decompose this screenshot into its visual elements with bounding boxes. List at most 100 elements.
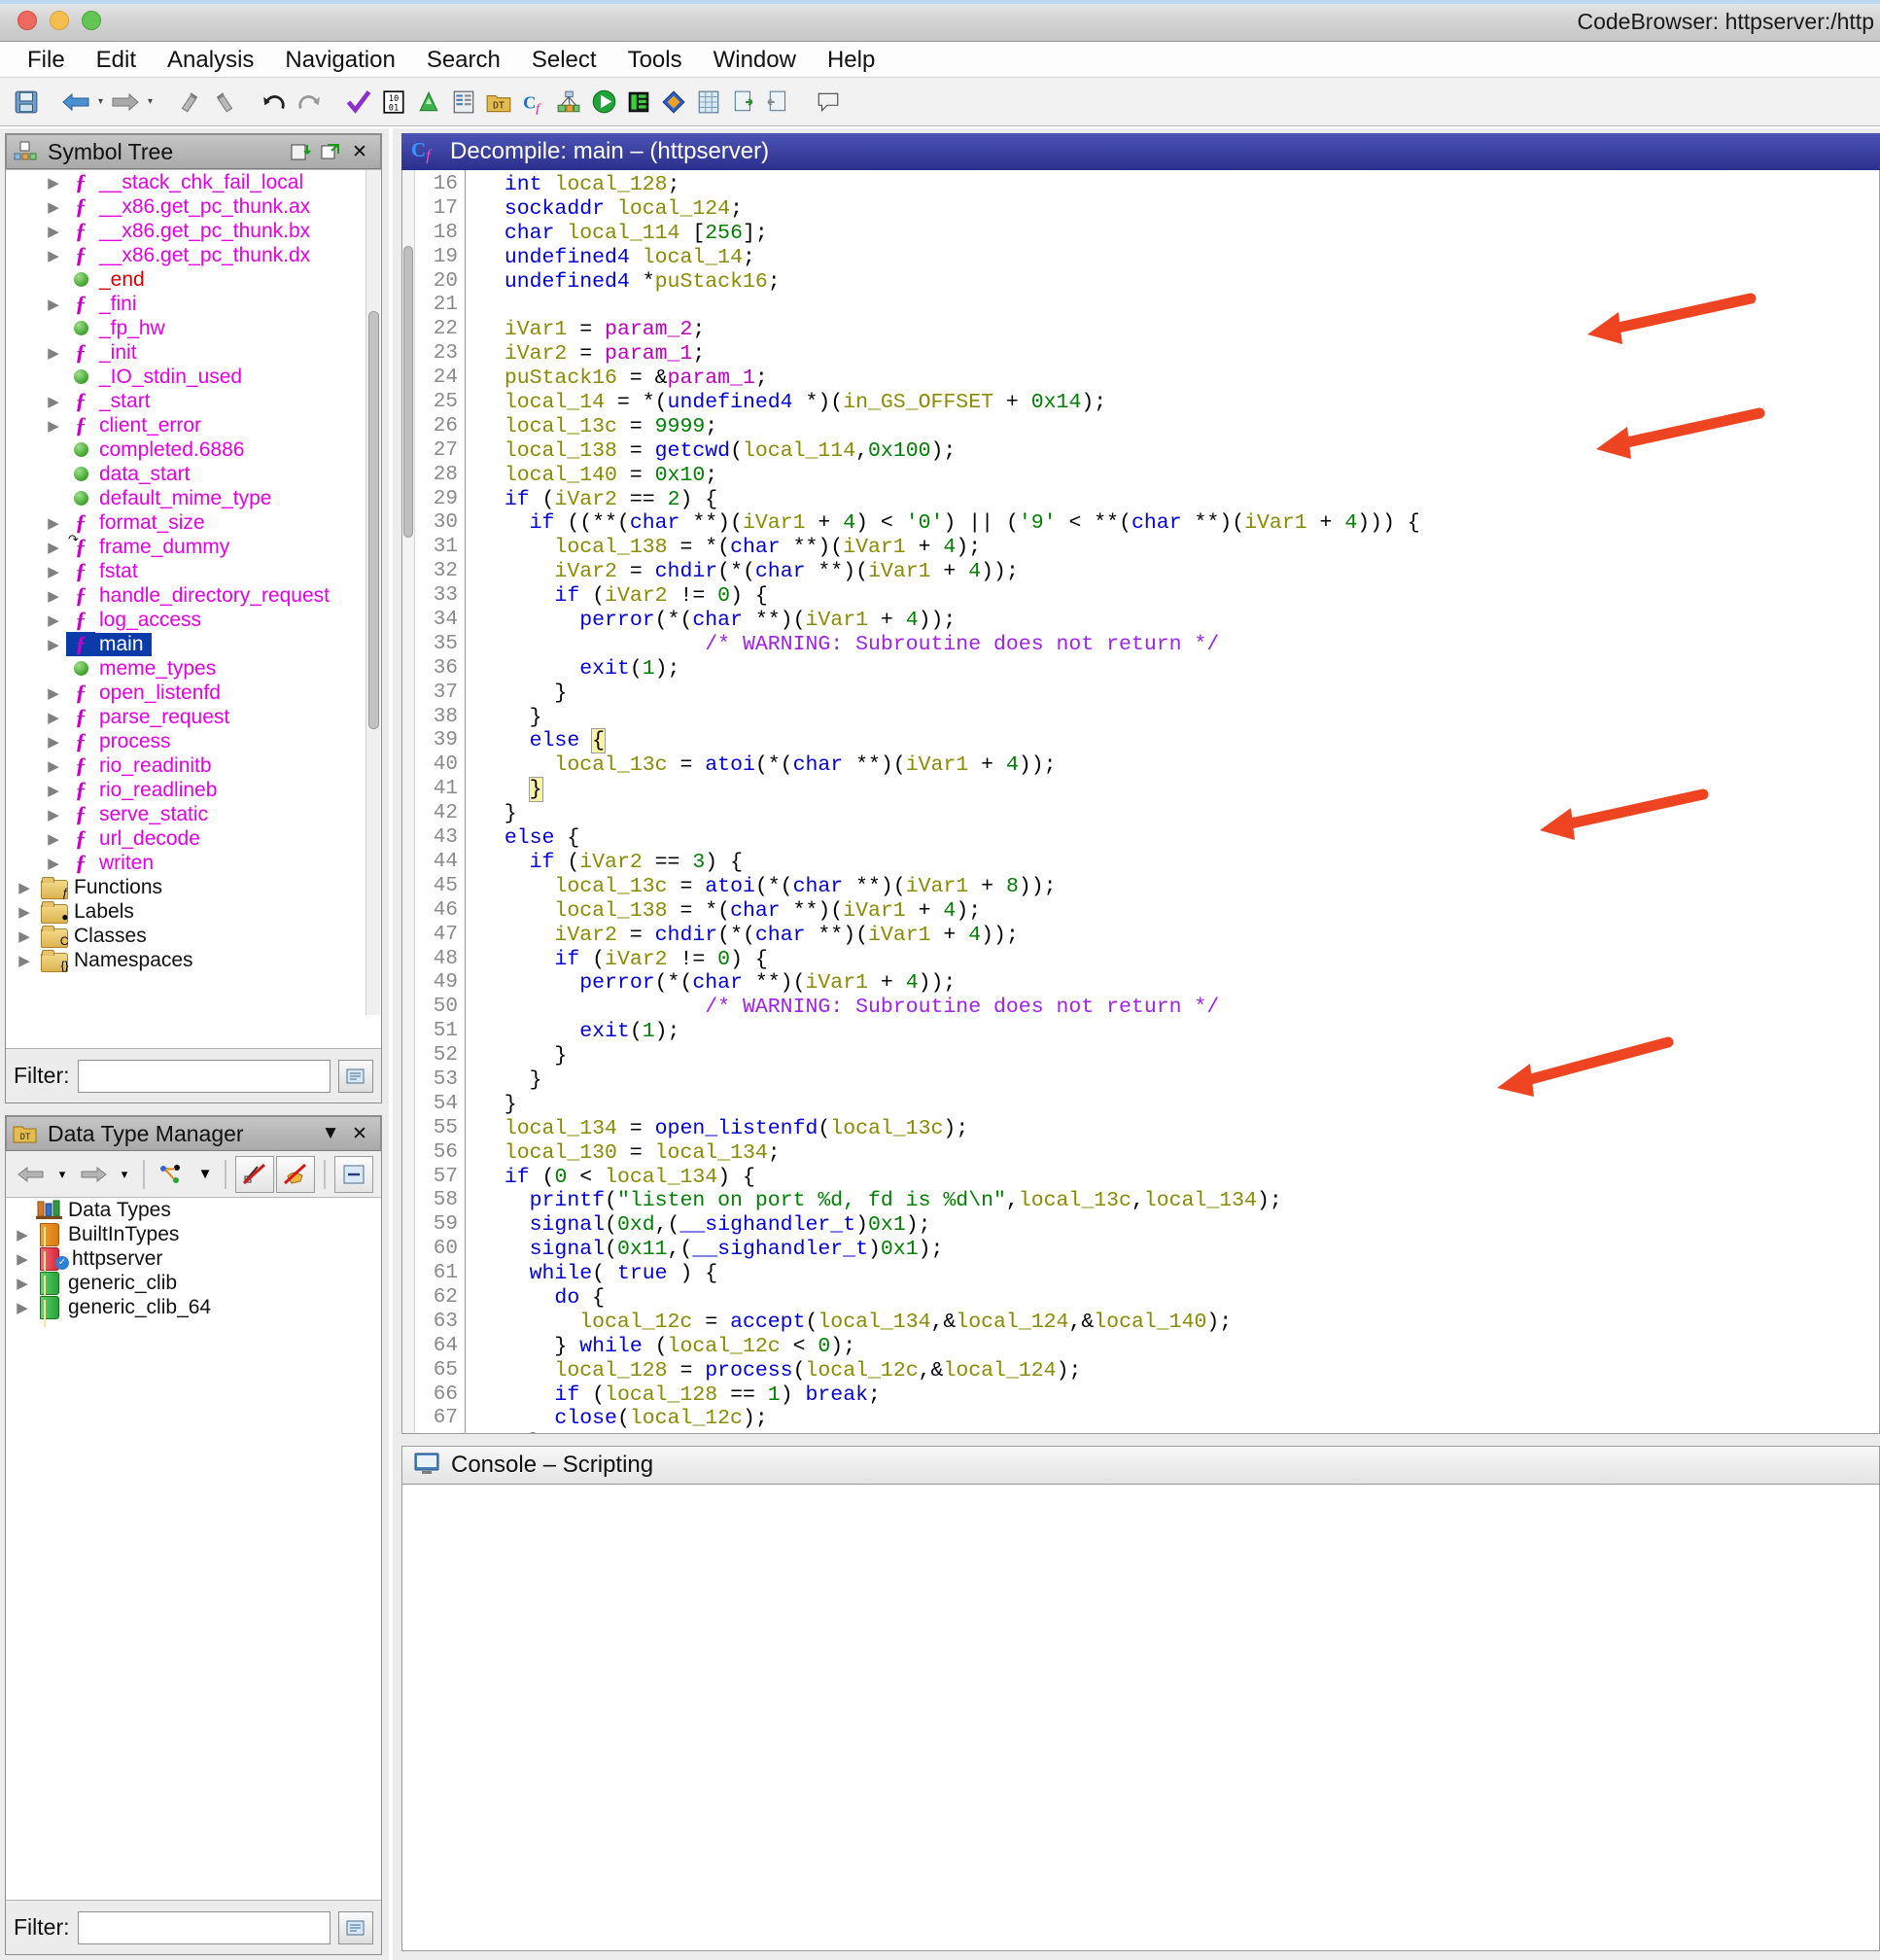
code-line[interactable]: exit(1); (479, 1020, 1879, 1044)
data-type-manager-filter-input[interactable] (78, 1911, 331, 1944)
script-manager-icon[interactable] (622, 86, 655, 119)
code-line[interactable]: close(local_12c); (479, 1407, 1879, 1431)
forward-caret-icon[interactable]: ▾ (115, 1156, 134, 1193)
decompiler-source-code[interactable]: int local_128; sockaddr local_124; char … (466, 170, 1879, 1433)
expand-toggle-icon[interactable]: ▶ (41, 632, 66, 656)
symbol-tree-item--x86-get-pc-thunk-dx[interactable]: ▶ƒ__x86.get_pc_thunk.dx (6, 243, 381, 267)
back-arrow-icon[interactable] (59, 86, 92, 119)
code-line[interactable]: perror(*(char **)(iVar1 + 4)); (479, 971, 1879, 996)
code-line[interactable]: if (iVar2 != 0) { (479, 584, 1879, 609)
back-caret-icon[interactable]: ▾ (52, 1156, 72, 1193)
code-line[interactable]: iVar2 = chdir(*(char **)(iVar1 + 4)); (479, 560, 1879, 584)
expand-toggle-icon[interactable]: ▶ (41, 413, 66, 438)
data-types-root[interactable]: ▶ Data Types (6, 1198, 381, 1222)
forward-arrow-icon[interactable] (109, 86, 142, 119)
code-line[interactable]: perror(*(char **)(iVar1 + 4)); (479, 609, 1879, 633)
symbol-tree-item-url-decode[interactable]: ▶ƒurl_decode (6, 826, 381, 851)
no-pointer-icon[interactable] (276, 1156, 315, 1193)
menu-file[interactable]: File (12, 42, 81, 78)
code-line[interactable]: local_13c = 9999; (479, 415, 1879, 439)
menu-select[interactable]: Select (516, 42, 612, 78)
symbol-tree-filter-options-icon[interactable] (338, 1060, 373, 1093)
symbol-tree-item--fini[interactable]: ▶ƒ_fini (6, 292, 381, 316)
code-line[interactable]: if (0 < local_134) { (479, 1166, 1879, 1190)
code-line[interactable]: signal(0xd,(__sighandler_t)0x1); (479, 1213, 1879, 1238)
code-line[interactable]: int local_128; (479, 173, 1879, 197)
symbol-tree-item--x86-get-pc-thunk-bx[interactable]: ▶ƒ__x86.get_pc_thunk.bx (6, 219, 381, 243)
expand-toggle-icon[interactable]: ▶ (41, 389, 66, 413)
run-icon[interactable] (587, 86, 620, 119)
symbol-tree-item-parse-request[interactable]: ▶ƒparse_request (6, 705, 381, 729)
symbol-tree-item-functions[interactable]: ▶ƒFunctions (6, 875, 381, 899)
expand-toggle-icon[interactable]: ▶ (41, 681, 66, 705)
menu-help[interactable]: Help (812, 42, 890, 78)
window-zoom-button[interactable] (82, 11, 101, 30)
code-line[interactable]: printf("listen on port %d, fd is %d\n",l… (479, 1189, 1879, 1213)
menu-caret-icon[interactable]: ▼ (316, 1120, 345, 1147)
data-type-manager-tree[interactable]: ▶ Data Types ▶BuiltInTypes▶✓httpserver▶g… (6, 1198, 381, 1902)
code-line[interactable]: /* WARNING: Subroutine does not return *… (479, 996, 1879, 1020)
bookmark-icon[interactable] (657, 86, 690, 119)
decompiler-code-view[interactable]: 1617181920212223242526272829303132333435… (401, 170, 1880, 1434)
code-line[interactable]: do { (479, 1286, 1879, 1311)
memory-map-icon[interactable] (412, 86, 445, 119)
symbol-tree-item-classes[interactable]: ▶CClasses (6, 924, 381, 948)
expand-toggle-icon[interactable]: ▶ (12, 924, 37, 948)
symbol-tree-item--fp-hw[interactable]: ▶_fp_hw (6, 316, 381, 340)
code-line[interactable]: undefined4 *puStack16; (479, 270, 1879, 295)
symbol-tree-item-frame-dummy[interactable]: ▶ƒ↷frame_dummy (6, 535, 381, 559)
console-output-area[interactable] (401, 1485, 1880, 1951)
expand-toggle-icon[interactable]: ▶ (12, 899, 37, 924)
redo-icon[interactable] (293, 86, 326, 119)
symbol-tree-item-client-error[interactable]: ▶ƒclient_error (6, 413, 381, 438)
expand-toggle-icon[interactable]: ▶ (41, 535, 66, 559)
code-line[interactable]: local_140 = 0x10; (479, 464, 1879, 488)
filter-caret-icon[interactable]: ▼ (194, 1156, 216, 1193)
expand-toggle-icon[interactable]: ▶ (41, 340, 66, 365)
filter-tree-icon[interactable] (154, 1156, 192, 1193)
expand-toggle-icon[interactable]: ▶ (12, 875, 37, 899)
code-line[interactable]: local_138 = *(char **)(iVar1 + 4); (479, 899, 1879, 924)
expand-toggle-icon[interactable]: ▶ (41, 802, 66, 826)
code-line[interactable]: } (479, 802, 1879, 826)
data-type-archive-builtintypes[interactable]: ▶BuiltInTypes (6, 1222, 381, 1246)
symbol-tree-item-meme-types[interactable]: ▶meme_types (6, 656, 381, 681)
import-icon[interactable] (762, 86, 795, 119)
window-close-button[interactable] (17, 11, 37, 30)
decompiler-scroll-thumb[interactable] (403, 246, 413, 538)
function-graph-icon[interactable] (552, 86, 585, 119)
expand-toggle-icon[interactable]: ▶ (41, 292, 66, 316)
detach-icon[interactable] (316, 138, 345, 165)
code-line[interactable]: while( true ) { (479, 1262, 1879, 1286)
symbol-tree-item--x86-get-pc-thunk-ax[interactable]: ▶ƒ__x86.get_pc_thunk.ax (6, 194, 381, 219)
step-back-icon[interactable] (173, 86, 206, 119)
code-line[interactable] (479, 294, 1879, 318)
comment-icon[interactable] (812, 86, 845, 119)
close-icon[interactable]: ✕ (345, 1120, 374, 1147)
code-line[interactable]: sockaddr local_124; (479, 197, 1879, 222)
window-minimize-button[interactable] (50, 11, 69, 30)
symbol-tree-list[interactable]: ▶ƒ__stack_chk_fail_local▶ƒ__x86.get_pc_t… (6, 169, 381, 1015)
code-line[interactable]: local_12c = accept(local_134,&local_124,… (479, 1311, 1879, 1335)
code-line[interactable]: exit(1); (479, 657, 1879, 682)
table-icon[interactable] (692, 86, 725, 119)
code-line[interactable]: local_13c = atoi(*(char **)(iVar1 + 8)); (479, 875, 1879, 899)
code-line[interactable]: iVar2 = param_1; (479, 342, 1879, 367)
decompiler-icon[interactable]: Cf (517, 86, 550, 119)
forward-arrow-icon[interactable] (74, 1156, 113, 1193)
menu-window[interactable]: Window (698, 42, 812, 78)
symbol-tree-item-namespaces[interactable]: ▶{}Namespaces (6, 948, 381, 972)
menu-edit[interactable]: Edit (81, 42, 152, 78)
symbol-tree-item-open-listenfd[interactable]: ▶ƒopen_listenfd (6, 681, 381, 705)
symbol-tree-item-fstat[interactable]: ▶ƒfstat (6, 559, 381, 583)
expand-toggle-icon[interactable]: ▶ (41, 826, 66, 851)
code-line[interactable]: } (479, 706, 1879, 730)
code-line[interactable]: /* WARNING: Subroutine does not return *… (479, 633, 1879, 657)
symbol-tree-item--start[interactable]: ▶ƒ_start (6, 389, 381, 413)
menu-navigation[interactable]: Navigation (269, 42, 410, 78)
code-line[interactable]: if (local_128 == 1) break; (479, 1383, 1879, 1408)
no-edit-icon[interactable] (235, 1156, 274, 1193)
back-dropdown-caret-icon[interactable]: ▾ (94, 86, 107, 119)
decompiler-scrollbar[interactable] (402, 170, 415, 1433)
expand-toggle-icon[interactable]: ▶ (41, 753, 66, 778)
